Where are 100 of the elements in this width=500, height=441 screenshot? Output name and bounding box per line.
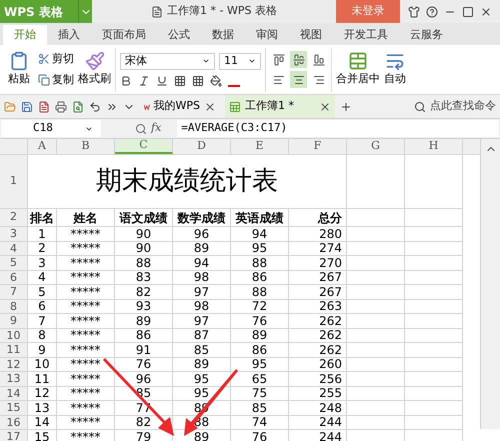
row-header[interactable]: 7 [0, 285, 28, 300]
app-menu-button[interactable] [78, 0, 92, 23]
column-header[interactable]: A [28, 139, 57, 154]
row-header[interactable]: 10 [0, 328, 28, 343]
table-cell: ***** [57, 372, 115, 386]
column-header[interactable]: G [347, 139, 405, 154]
table-cell: 72 [231, 300, 289, 314]
font-dropdown[interactable]: 宋体 [120, 52, 215, 70]
cut-button[interactable]: 剪切 [38, 51, 74, 68]
table-cell: ***** [57, 314, 115, 328]
column-header[interactable]: C [115, 139, 173, 154]
merge-center-button[interactable]: 合并居中 [336, 51, 380, 88]
table-cell: 9 [28, 343, 57, 358]
table-cell: 94 [173, 256, 231, 270]
row-header[interactable]: 12 [0, 358, 28, 372]
table-cell: 85 [231, 401, 289, 416]
login-button[interactable]: 未登录 [336, 0, 400, 23]
spreadsheet-icon [229, 100, 241, 112]
row-header[interactable]: 13 [0, 372, 28, 386]
empty-cell [405, 314, 463, 328]
table-cell: 244 [289, 430, 347, 441]
formula-field[interactable]: =AVERAGE(C3:C17) [177, 120, 499, 137]
table-cell: 86 [231, 343, 289, 358]
ribbon-tab[interactable]: 审阅 [245, 25, 289, 45]
row-header[interactable]: 4 [0, 242, 28, 256]
table-cell: ***** [57, 416, 115, 430]
caret-icon [202, 57, 210, 65]
table-cell: 88 [231, 285, 289, 300]
table-cell: 82 [115, 285, 173, 300]
fill-color-icon [210, 74, 222, 86]
row-header[interactable]: 3 [0, 227, 28, 242]
paste-button[interactable]: 粘贴 [4, 51, 34, 88]
row-header[interactable]: 8 [0, 300, 28, 314]
bold-icon [120, 74, 132, 86]
table-cell: 11 [28, 372, 57, 386]
close-icon [480, 6, 492, 18]
ribbon-tab[interactable]: 开始 [3, 25, 47, 45]
window-title: 工作簿1 * - WPS 表格 [167, 3, 277, 20]
table-cell: 76 [231, 430, 289, 441]
column-header[interactable]: E [231, 139, 289, 154]
command-search-field[interactable]: 点此查找命令 [414, 98, 496, 115]
ribbon-tab[interactable]: 页面布局 [91, 25, 157, 45]
align-icon [292, 74, 304, 86]
column-header[interactable]: D [173, 139, 231, 154]
table-cell: ***** [57, 242, 115, 256]
empty-cell [405, 328, 463, 343]
column-header[interactable]: H [405, 139, 463, 154]
search-icon [414, 100, 426, 112]
table-cell: 总分 [289, 209, 347, 227]
table-cell: ***** [57, 343, 115, 358]
table-cell: 89 [173, 358, 231, 372]
table-cell: ***** [57, 328, 115, 343]
cell-style-icon [192, 74, 204, 86]
ribbon-tab[interactable]: 数据 [201, 25, 245, 45]
table-cell: 95 [231, 242, 289, 256]
row-header[interactable]: 14 [0, 386, 28, 401]
name-box[interactable]: C18 [1, 120, 101, 137]
table-cell: 86 [115, 328, 173, 343]
wrap-text-button[interactable]: 自动 [384, 51, 406, 88]
table-cell: 8 [28, 328, 57, 343]
underline-icon [156, 74, 168, 86]
font-size-dropdown[interactable]: 11 [219, 52, 261, 70]
format-painter-button[interactable]: 格式刷 [78, 51, 111, 88]
row-header[interactable]: 15 [0, 401, 28, 416]
align-button[interactable] [290, 71, 307, 88]
row-header[interactable]: 6 [0, 270, 28, 285]
table-cell: 姓名 [57, 209, 115, 227]
table-cell: 98 [173, 270, 231, 285]
table-cell: 267 [289, 270, 347, 285]
document-tab[interactable]: 我的WPS [140, 95, 220, 118]
table-cell: 排名 [28, 209, 57, 227]
copy-button[interactable]: 复制 [38, 72, 74, 88]
ribbon-tab[interactable]: 视图 [289, 25, 333, 45]
ribbon-tab[interactable]: 公式 [157, 25, 201, 45]
row-header[interactable]: 11 [0, 343, 28, 358]
table-cell: 14 [28, 416, 57, 430]
align-button[interactable] [290, 51, 307, 68]
function-icon: fx [151, 120, 162, 137]
table-cell: 260 [289, 358, 347, 372]
ribbon-tab[interactable]: 开发工具 [333, 25, 399, 45]
row-header[interactable]: 16 [0, 416, 28, 430]
empty-cell [405, 227, 463, 242]
row-header[interactable]: 2 [0, 209, 28, 227]
row-header[interactable]: 17 [0, 430, 28, 441]
table-cell: 89 [173, 242, 231, 256]
document-tab[interactable]: 工作簿1 * [225, 95, 335, 118]
table-cell: ***** [57, 256, 115, 270]
column-header[interactable]: F [289, 139, 347, 154]
table-cell: 15 [28, 430, 57, 441]
table-cell: 255 [289, 386, 347, 401]
empty-cell [347, 270, 405, 285]
row-header[interactable]: 5 [0, 256, 28, 270]
vertical-scrollbar[interactable] [480, 139, 500, 429]
ribbon-tab[interactable]: 云服务 [399, 25, 454, 45]
row-header[interactable]: 1 [0, 155, 28, 209]
ribbon-tab[interactable]: 插入 [47, 25, 91, 45]
row-header[interactable]: 9 [0, 314, 28, 328]
table-cell: 97 [173, 285, 231, 300]
empty-cell [347, 328, 405, 343]
maximize-icon [462, 6, 474, 18]
